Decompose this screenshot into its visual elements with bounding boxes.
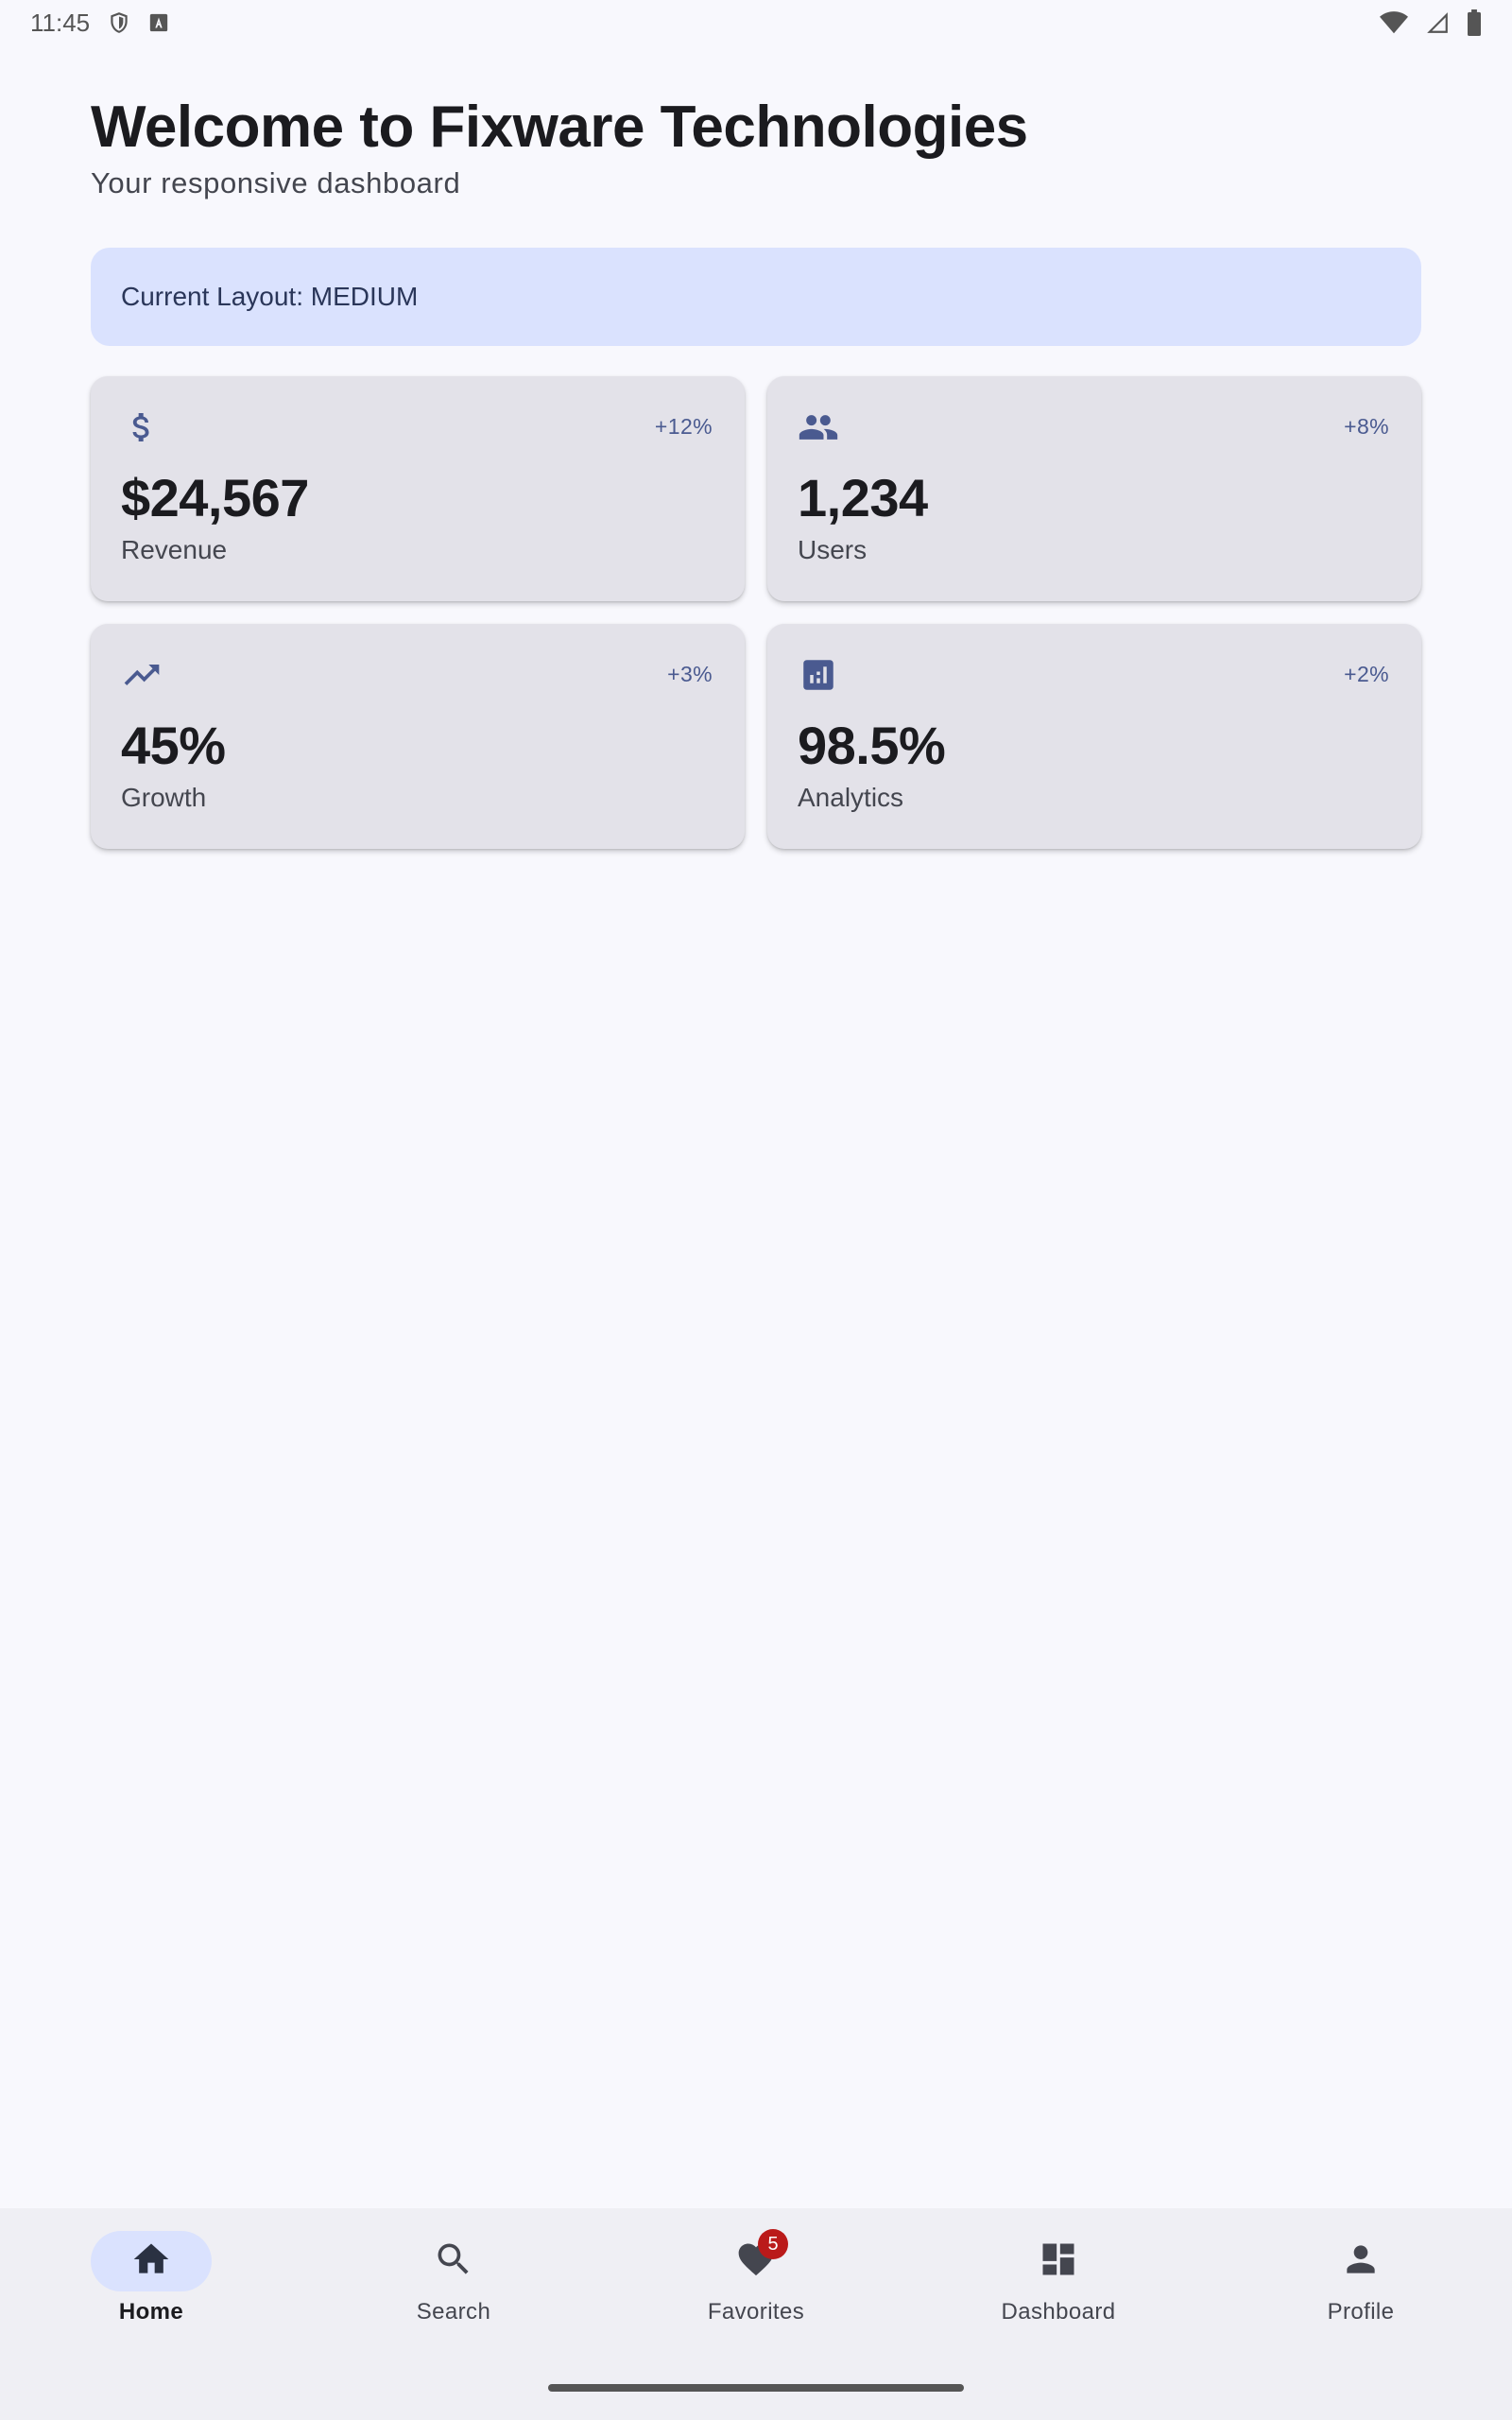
signal-icon: [1425, 10, 1450, 35]
stat-change: +12%: [654, 414, 713, 439]
stat-card-revenue[interactable]: +12% $24,567 Revenue: [91, 376, 745, 601]
stat-card-growth[interactable]: +3% 45% Growth: [91, 624, 745, 849]
gesture-navigation-bar[interactable]: [548, 2384, 964, 2392]
dashboard-icon: [1038, 2238, 1079, 2285]
shield-icon: [107, 9, 131, 36]
stat-value: 45%: [121, 716, 226, 775]
stat-label: Users: [798, 535, 868, 564]
notification-badge: 5: [758, 2229, 788, 2259]
stat-label: Analytics: [798, 783, 904, 812]
status-bar: 11:45: [0, 0, 1512, 45]
nav-icon-container: [998, 2231, 1119, 2291]
people-icon: [798, 406, 839, 448]
nav-item-favorites[interactable]: 5 Favorites: [662, 2229, 850, 2420]
status-right: [1380, 9, 1482, 36]
header: Welcome to Fixware Technologies Your res…: [91, 91, 1028, 200]
trending-up-icon: [121, 654, 163, 696]
home-icon: [130, 2238, 172, 2285]
person-icon: [1340, 2238, 1382, 2285]
nav-icon-container: [393, 2231, 514, 2291]
stat-change: +2%: [1344, 662, 1389, 686]
layout-banner: Current Layout: MEDIUM: [91, 248, 1421, 346]
nav-item-home[interactable]: Home: [57, 2231, 246, 2420]
dollar-icon: [121, 406, 163, 448]
layout-banner-text: Current Layout: MEDIUM: [121, 282, 419, 311]
search-icon: [433, 2238, 474, 2285]
stat-value: $24,567: [121, 468, 309, 527]
status-left: 11:45: [30, 9, 169, 38]
nav-icon-container: 5: [696, 2229, 816, 2291]
page-title: Welcome to Fixware Technologies: [91, 95, 1028, 160]
stat-change: +8%: [1344, 414, 1389, 439]
stat-label: Growth: [121, 783, 207, 812]
nav-item-profile[interactable]: Profile: [1266, 2231, 1455, 2420]
nav-label: Search: [416, 2299, 491, 2325]
nav-icon-container: [1300, 2231, 1421, 2291]
nav-label: Profile: [1327, 2299, 1395, 2325]
battery-icon: [1467, 9, 1482, 36]
stat-label: Revenue: [121, 535, 228, 564]
stat-card-analytics[interactable]: +2% 98.5% Analytics: [767, 624, 1421, 849]
stat-card-users[interactable]: +8% 1,234 Users: [767, 376, 1421, 601]
nav-label: Favorites: [707, 2299, 805, 2325]
nav-item-dashboard[interactable]: Dashboard: [964, 2231, 1153, 2420]
status-time: 11:45: [30, 8, 91, 37]
nav-item-search[interactable]: Search: [359, 2231, 548, 2420]
wifi-icon: [1380, 10, 1408, 35]
keyboard-a-icon: [148, 12, 169, 33]
nav-active-indicator: [91, 2231, 212, 2291]
nav-label: Dashboard: [1001, 2299, 1116, 2325]
analytics-icon: [798, 654, 839, 696]
stats-grid: +12% $24,567 Revenue +8% 1,234 Users +3%…: [91, 376, 1421, 849]
page-subtitle: Your responsive dashboard: [91, 166, 461, 199]
stat-change: +3%: [667, 662, 713, 686]
nav-label: Home: [118, 2299, 184, 2325]
stat-value: 1,234: [798, 468, 928, 527]
stat-value: 98.5%: [798, 716, 946, 775]
